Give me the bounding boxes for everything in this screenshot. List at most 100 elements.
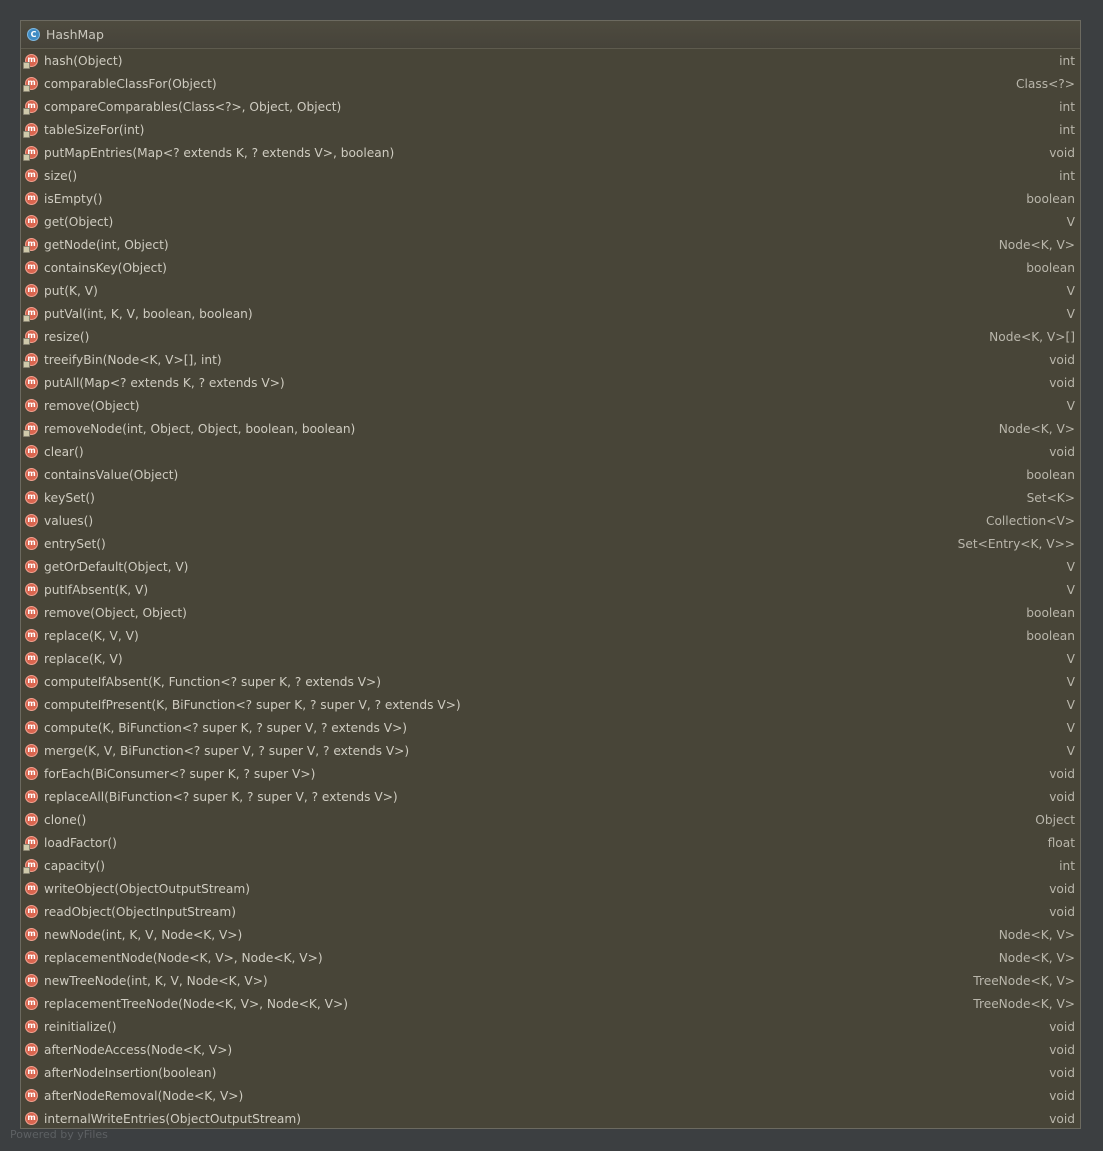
method-row[interactable]: m replacementTreeNode(Node<K, V>, Node<K,… — [21, 992, 1080, 1015]
method-row[interactable]: m getOrDefault(Object, V) V — [21, 555, 1080, 578]
method-signature: reinitialize() — [44, 1019, 117, 1034]
method-signature: getNode(int, Object) — [44, 237, 169, 252]
method-row[interactable]: m putAll(Map<? extends K, ? extends V>) vo… — [21, 371, 1080, 394]
method-row[interactable]: m internalWriteEntries(ObjectOutputStream… — [21, 1107, 1080, 1128]
class-name: HashMap — [46, 27, 104, 42]
method-signature: afterNodeInsertion(boolean) — [44, 1065, 217, 1080]
method-signature: put(K, V) — [44, 283, 98, 298]
method-return-type: Class<?> — [1016, 76, 1075, 91]
method-icon: m — [25, 284, 38, 297]
method-row[interactable]: m replace(K, V, V) boolean — [21, 624, 1080, 647]
method-icon: m — [25, 744, 38, 757]
method-signature: writeObject(ObjectOutputStream) — [44, 881, 250, 896]
method-row[interactable]: m computeIfAbsent(K, Function<? super K, … — [21, 670, 1080, 693]
method-return-type: Node<K, V> — [998, 950, 1075, 965]
method-icon: m — [25, 169, 38, 182]
method-icon: m — [25, 629, 38, 642]
method-row[interactable]: m values() Collection<V> — [21, 509, 1080, 532]
method-signature: putAll(Map<? extends K, ? extends V>) — [44, 375, 285, 390]
method-signature: replacementTreeNode(Node<K, V>, Node<K, … — [44, 996, 348, 1011]
method-return-type: int — [1059, 858, 1075, 873]
method-row[interactable]: m treeifyBin(Node<K, V>[], int) void — [21, 348, 1080, 371]
method-row[interactable]: m newNode(int, K, V, Node<K, V>) Node<K, V… — [21, 923, 1080, 946]
method-row[interactable]: m afterNodeInsertion(boolean) void — [21, 1061, 1080, 1084]
footer-credit: Powered by yFiles — [10, 1128, 108, 1141]
method-row[interactable]: m afterNodeAccess(Node<K, V>) void — [21, 1038, 1080, 1061]
method-signature: values() — [44, 513, 94, 528]
method-signature: keySet() — [44, 490, 95, 505]
method-icon: m — [25, 974, 38, 987]
method-row[interactable]: m clone() Object — [21, 808, 1080, 831]
method-return-type: int — [1059, 99, 1075, 114]
method-icon: m — [25, 261, 38, 274]
method-icon: m — [25, 675, 38, 688]
method-row[interactable]: m newTreeNode(int, K, V, Node<K, V>) TreeN… — [21, 969, 1080, 992]
method-signature: resize() — [44, 329, 90, 344]
method-row[interactable]: m remove(Object) V — [21, 394, 1080, 417]
method-row[interactable]: m containsValue(Object) boolean — [21, 463, 1080, 486]
method-signature: forEach(BiConsumer<? super K, ? super V>… — [44, 766, 316, 781]
method-return-type: Node<K, V> — [998, 237, 1075, 252]
method-signature: replace(K, V, V) — [44, 628, 139, 643]
method-icon: m — [25, 376, 38, 389]
method-row[interactable]: m tableSizeFor(int) int — [21, 118, 1080, 141]
method-icon: m — [25, 468, 38, 481]
method-row[interactable]: m merge(K, V, BiFunction<? super V, ? sup… — [21, 739, 1080, 762]
method-row[interactable]: m keySet() Set<K> — [21, 486, 1080, 509]
method-row[interactable]: m replaceAll(BiFunction<? super K, ? supe… — [21, 785, 1080, 808]
method-row[interactable]: m putIfAbsent(K, V) V — [21, 578, 1080, 601]
method-icon: m — [23, 353, 38, 368]
method-row[interactable]: m resize() Node<K, V>[] — [21, 325, 1080, 348]
method-row[interactable]: m get(Object) V — [21, 210, 1080, 233]
method-icon: m — [25, 445, 38, 458]
method-icon: m — [23, 859, 38, 874]
method-icon: m — [25, 951, 38, 964]
method-icon: m — [25, 997, 38, 1010]
method-icon: m — [25, 790, 38, 803]
class-node[interactable]: C HashMap m hash(Object) int m comparableCla… — [20, 20, 1081, 1129]
method-return-type: V — [1066, 697, 1075, 712]
method-signature: tableSizeFor(int) — [44, 122, 145, 137]
method-row[interactable]: m isEmpty() boolean — [21, 187, 1080, 210]
method-row[interactable]: m put(K, V) V — [21, 279, 1080, 302]
method-row[interactable]: m loadFactor() float — [21, 831, 1080, 854]
method-return-type: float — [1047, 835, 1075, 850]
method-row[interactable]: m replacementNode(Node<K, V>, Node<K, V>)… — [21, 946, 1080, 969]
method-row[interactable]: m capacity() int — [21, 854, 1080, 877]
method-return-type: Node<K, V>[] — [989, 329, 1075, 344]
method-icon: m — [25, 399, 38, 412]
method-row[interactable]: m removeNode(int, Object, Object, boolean… — [21, 417, 1080, 440]
method-icon: m — [23, 100, 38, 115]
method-row[interactable]: m compareComparables(Class<?>, Object, Ob… — [21, 95, 1080, 118]
method-row[interactable]: m getNode(int, Object) Node<K, V> — [21, 233, 1080, 256]
method-row[interactable]: m writeObject(ObjectOutputStream) void — [21, 877, 1080, 900]
method-row[interactable]: m reinitialize() void — [21, 1015, 1080, 1038]
method-icon: m — [25, 721, 38, 734]
method-return-type: V — [1066, 651, 1075, 666]
method-row[interactable]: m clear() void — [21, 440, 1080, 463]
method-row[interactable]: m size() int — [21, 164, 1080, 187]
method-icon: m — [23, 54, 38, 69]
method-row[interactable]: m hash(Object) int — [21, 49, 1080, 72]
method-return-type: boolean — [1026, 191, 1075, 206]
method-signature: clone() — [44, 812, 87, 827]
method-row[interactable]: m afterNodeRemoval(Node<K, V>) void — [21, 1084, 1080, 1107]
method-signature: hash(Object) — [44, 53, 123, 68]
method-row[interactable]: m putMapEntries(Map<? extends K, ? extend… — [21, 141, 1080, 164]
method-return-type: int — [1059, 53, 1075, 68]
method-row[interactable]: m computeIfPresent(K, BiFunction<? super … — [21, 693, 1080, 716]
method-row[interactable]: m entrySet() Set<Entry<K, V>> — [21, 532, 1080, 555]
method-row[interactable]: m replace(K, V) V — [21, 647, 1080, 670]
method-row[interactable]: m containsKey(Object) boolean — [21, 256, 1080, 279]
method-return-type: void — [1049, 1019, 1075, 1034]
method-icon: m — [25, 192, 38, 205]
method-row[interactable]: m putVal(int, K, V, boolean, boolean) V — [21, 302, 1080, 325]
method-row[interactable]: m forEach(BiConsumer<? super K, ? super V… — [21, 762, 1080, 785]
method-signature: containsValue(Object) — [44, 467, 179, 482]
class-header[interactable]: C HashMap — [21, 21, 1080, 49]
method-row[interactable]: m comparableClassFor(Object) Class<?> — [21, 72, 1080, 95]
method-row[interactable]: m readObject(ObjectInputStream) void — [21, 900, 1080, 923]
method-return-type: void — [1049, 145, 1075, 160]
method-row[interactable]: m compute(K, BiFunction<? super K, ? supe… — [21, 716, 1080, 739]
method-row[interactable]: m remove(Object, Object) boolean — [21, 601, 1080, 624]
